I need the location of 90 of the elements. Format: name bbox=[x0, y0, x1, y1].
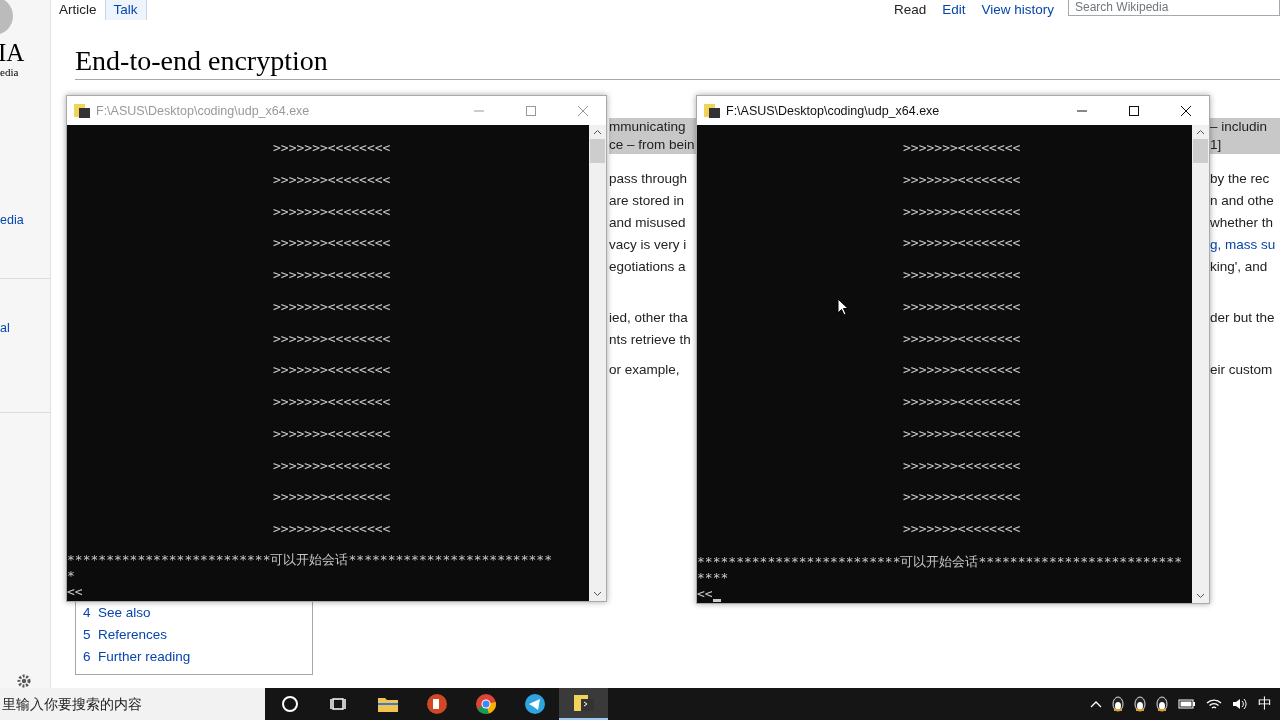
search-field[interactable]: 里输入你要搜索的内容 bbox=[0, 688, 265, 720]
window-title: F:\ASUS\Desktop\coding\udp_x64.exe bbox=[726, 103, 940, 118]
scrollbar[interactable] bbox=[1192, 125, 1209, 603]
console-line: << bbox=[67, 584, 83, 600]
text-fragment: king', and bbox=[1210, 258, 1269, 276]
console-line: >>>>>>><<<<<<<< bbox=[273, 520, 391, 538]
console-line: >>>>>>><<<<<<<< bbox=[273, 170, 391, 189]
text-fragment: are stored in bbox=[609, 192, 686, 210]
battery-icon[interactable] bbox=[1178, 699, 1196, 709]
scroll-up-icon[interactable] bbox=[1196, 129, 1205, 135]
console-line: >>>>>>><<<<<<<< bbox=[903, 393, 1021, 411]
console-line: >>>>>>><<<<<<<< bbox=[903, 202, 1021, 221]
console-line: >>>>>>><<<<<<<< bbox=[903, 139, 1021, 157]
text-fragment: by the rec bbox=[1210, 170, 1271, 188]
browser-icon bbox=[474, 693, 497, 715]
text-fragment: or example, bbox=[609, 361, 681, 379]
text-fragment: eir custom bbox=[1210, 361, 1274, 379]
penguin-icon[interactable] bbox=[1112, 696, 1124, 712]
console-line: >>>>>>><<<<<<<< bbox=[903, 266, 1021, 284]
contents-link[interactable]: 4 See also bbox=[83, 602, 305, 624]
text-fragment: vacy is very i bbox=[609, 236, 688, 254]
contents-link[interactable]: 5 References bbox=[83, 624, 305, 646]
text-fragment: mmunicating bbox=[609, 118, 697, 136]
mouse-pointer-icon bbox=[837, 298, 849, 316]
text-fragment: egotiations a bbox=[609, 258, 687, 276]
text-fragment: – includin bbox=[1210, 118, 1280, 136]
text-fragment: ied, other tha bbox=[609, 309, 689, 327]
text-link[interactable]: g, mass su bbox=[1210, 236, 1280, 254]
console-line: >>>>>>><<<<<<<< bbox=[273, 488, 391, 507]
text-fragment: n and othe bbox=[1210, 192, 1275, 210]
console-line: **************************可以开始会话************************** bbox=[697, 554, 1182, 570]
console-line: >>>>>>><<<<<<<< bbox=[903, 329, 1021, 348]
wifi-icon[interactable] bbox=[1206, 697, 1222, 711]
console-line: >>>>>>><<<<<<<< bbox=[903, 424, 1021, 443]
terminal-icon bbox=[74, 102, 90, 119]
console-line: >>>>>>><<<<<<<< bbox=[903, 520, 1021, 538]
task-view-icon bbox=[329, 695, 348, 713]
sidebar-link[interactable]: edia bbox=[0, 212, 50, 279]
console-line: >>>>>>><<<<<<<< bbox=[273, 456, 391, 475]
text-fragment: 1] bbox=[1210, 136, 1280, 154]
console-line: >>>>>>><<<<<<<< bbox=[273, 202, 391, 221]
globe-logo-icon bbox=[0, 0, 14, 36]
console-line: >>>>>>><<<<<<<< bbox=[273, 234, 391, 253]
page-tab[interactable]: Talk bbox=[104, 0, 147, 20]
text-fragment: nts retrieve th bbox=[609, 331, 692, 349]
input-method-indicator[interactable]: 中 bbox=[1258, 695, 1272, 713]
text-fragment: ce – from bein bbox=[609, 136, 697, 154]
logo-subtext: edia bbox=[0, 66, 19, 78]
console-line: >>>>>>><<<<<<<< bbox=[903, 297, 1021, 316]
console-line: >>>>>>><<<<<<<< bbox=[903, 361, 1021, 380]
console-line: >>>>>>><<<<<<<< bbox=[273, 297, 391, 316]
console-line: >>>>>>><<<<<<<< bbox=[903, 170, 1021, 189]
paper-plane-icon bbox=[523, 693, 546, 715]
article-title: End-to-end encryption bbox=[75, 45, 1280, 80]
console-line: **** bbox=[697, 570, 729, 586]
console-line: >>>>>>><<<<<<<< bbox=[273, 266, 391, 284]
contents-link[interactable]: 6 Further reading bbox=[83, 646, 305, 668]
penguin-icon[interactable] bbox=[1156, 696, 1168, 712]
taskbar-button[interactable] bbox=[559, 688, 608, 720]
terminal-icon bbox=[704, 102, 720, 119]
speaker-icon[interactable] bbox=[1232, 697, 1248, 711]
search-field[interactable]: Search Wikipedia bbox=[1068, 0, 1280, 16]
terminal-icon bbox=[572, 693, 595, 713]
console-line: >>>>>>><<<<<<<< bbox=[273, 329, 391, 348]
circle-icon bbox=[280, 695, 299, 713]
console-line: >>>>>>><<<<<<<< bbox=[273, 424, 391, 443]
text-fragment: and misused bbox=[609, 214, 687, 232]
text-fragment: pass through bbox=[609, 170, 689, 188]
close-icon[interactable] bbox=[1180, 104, 1192, 117]
text-fragment: der but the bbox=[1210, 309, 1276, 327]
console-line: >>>>>>><<<<<<<< bbox=[903, 234, 1021, 253]
slides-app-icon bbox=[425, 693, 448, 715]
text-fragment: whether th bbox=[1210, 214, 1275, 232]
caret-icon[interactable] bbox=[1090, 700, 1102, 708]
scroll-down-icon[interactable] bbox=[1196, 593, 1205, 599]
folder-icon bbox=[376, 695, 399, 713]
settings-icon[interactable] bbox=[17, 674, 31, 688]
console-line: >>>>>>><<<<<<<< bbox=[273, 361, 391, 380]
window-title: F:\ASUS\Desktop\coding\udp_x64.exe bbox=[96, 103, 310, 118]
scroll-thumb[interactable] bbox=[1193, 139, 1208, 163]
console-line: << bbox=[697, 586, 713, 602]
console-line: **************************可以开始会话************************** bbox=[67, 552, 552, 568]
console-line: * bbox=[67, 568, 75, 584]
console-line: >>>>>>><<<<<<<< bbox=[903, 488, 1021, 507]
sidebar-link[interactable]: al bbox=[0, 320, 50, 413]
console-line: >>>>>>><<<<<<<< bbox=[273, 393, 391, 411]
console-line: >>>>>>><<<<<<<< bbox=[273, 139, 391, 157]
maximize-icon[interactable] bbox=[1128, 104, 1140, 117]
console-line: >>>>>>><<<<<<<< bbox=[903, 456, 1021, 475]
penguin-icon[interactable] bbox=[1134, 696, 1146, 712]
